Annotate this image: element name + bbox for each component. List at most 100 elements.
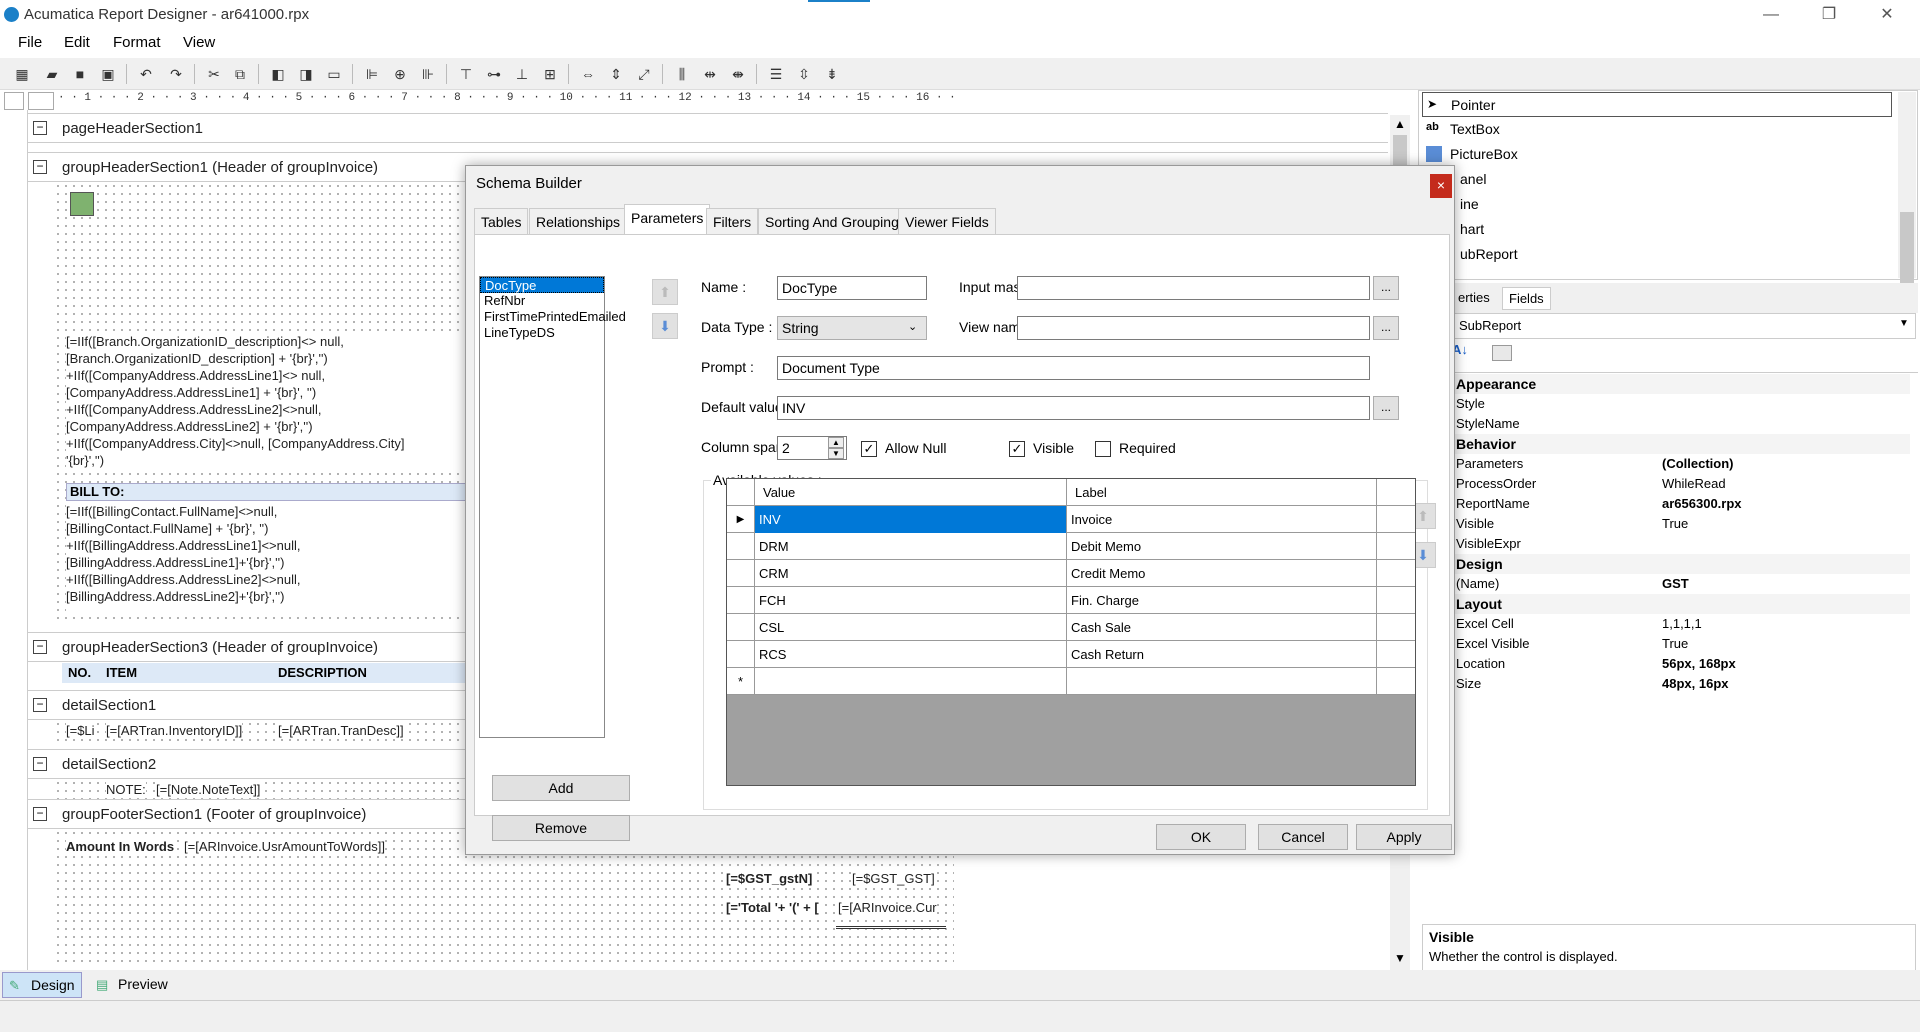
ok-button[interactable]: OK xyxy=(1156,824,1246,850)
property-value[interactable]: True xyxy=(1662,636,1688,651)
property-row[interactable]: ReportName ar656300.rpx xyxy=(1450,494,1910,514)
property-value[interactable]: GST xyxy=(1662,576,1689,591)
inventory-id-textbox[interactable]: [=[ARTran.InventoryID]] xyxy=(106,722,243,739)
menu-format[interactable]: Format xyxy=(113,34,161,51)
data-type-select[interactable]: String ⌄ xyxy=(777,316,927,340)
picturebox-image-icon[interactable] xyxy=(70,192,94,216)
grid-row[interactable]: RCS Cash Return xyxy=(727,641,1415,668)
property-row[interactable]: StyleName xyxy=(1450,414,1910,434)
bring-front-icon[interactable]: ◧ xyxy=(268,64,288,84)
col-description-label[interactable]: DESCRIPTION xyxy=(278,665,367,680)
grid-cell-value[interactable]: DRM xyxy=(755,533,1067,560)
tool-pointer[interactable]: ➤ Pointer xyxy=(1422,92,1892,117)
tab-design[interactable]: ✎ Design xyxy=(2,972,82,998)
property-row[interactable]: VisibleExpr xyxy=(1450,534,1910,554)
send-back-icon[interactable]: ◨ xyxy=(296,64,316,84)
property-category[interactable]: Design xyxy=(1450,554,1910,574)
property-value[interactable]: 48px, 16px xyxy=(1662,676,1729,691)
stepper-up-icon[interactable]: ▲ xyxy=(828,437,844,448)
name-input[interactable]: DocType xyxy=(777,276,927,300)
grid-cell-value[interactable]: CRM xyxy=(755,560,1067,587)
chevron-down-icon[interactable]: ▼ xyxy=(1899,318,1909,329)
amount-in-words-label[interactable]: Amount In Words xyxy=(66,838,175,855)
align-top-icon[interactable]: ⊤ xyxy=(456,64,476,84)
property-row[interactable]: Location 56px, 168px xyxy=(1450,654,1910,674)
vspace-decrease-icon[interactable]: ⇟ xyxy=(822,64,842,84)
grid-cell-value[interactable]: RCS xyxy=(755,641,1067,668)
same-height-icon[interactable]: ⇕ xyxy=(606,64,626,84)
bill-to-label[interactable]: BILL TO: xyxy=(66,483,466,501)
grid-row[interactable]: CRM Credit Memo xyxy=(727,560,1415,587)
grid-cell-label[interactable]: Credit Memo xyxy=(1067,560,1377,587)
move-down-icon[interactable]: ⬇ xyxy=(652,313,678,339)
menu-file[interactable]: File xyxy=(18,34,42,51)
available-values-grid[interactable]: Value Label ▶ INV Invoice DRM Debit Memo CRM C… xyxy=(726,478,1416,786)
input-mask-input[interactable] xyxy=(1017,276,1370,300)
tab-viewer-fields[interactable]: Viewer Fields xyxy=(898,208,996,234)
view-name-input[interactable] xyxy=(1017,316,1370,340)
tran-desc-textbox[interactable]: [=[ARTran.TranDesc]] xyxy=(278,722,404,739)
section-page-header[interactable]: − pageHeaderSection1 xyxy=(28,113,1388,143)
required-checkbox[interactable] xyxy=(1095,441,1111,457)
stepper-down-icon[interactable]: ▼ xyxy=(828,448,844,459)
tool-subreport[interactable]: ubReport xyxy=(1422,242,1892,267)
scroll-thumb[interactable] xyxy=(1393,135,1407,165)
row-header-cell[interactable] xyxy=(727,641,755,668)
vspace-increase-icon[interactable]: ⇳ xyxy=(794,64,814,84)
close-window-button[interactable]: ✕ xyxy=(1864,0,1910,30)
tool-panel[interactable]: anel xyxy=(1422,167,1892,192)
property-row[interactable]: Style xyxy=(1450,394,1910,414)
company-address-textbox[interactable]: [=IIf([Branch.OrganizationID_description… xyxy=(66,333,466,471)
move-up-icon[interactable]: ⬆ xyxy=(652,279,678,305)
align-middle-icon[interactable]: ⊶ xyxy=(484,64,504,84)
tab-fields[interactable]: Fields xyxy=(1502,287,1551,310)
property-row[interactable]: Parameters (Collection) xyxy=(1450,454,1910,474)
minimize-button[interactable]: — xyxy=(1748,0,1794,30)
tab-filters[interactable]: Filters xyxy=(706,208,759,234)
open-folder-icon[interactable]: ▰ xyxy=(42,64,62,84)
grid-cell-label[interactable]: Invoice xyxy=(1067,506,1377,533)
new-icon[interactable]: ▦ xyxy=(12,64,32,84)
tool-chart[interactable]: hart xyxy=(1422,217,1892,242)
collapse-icon[interactable]: − xyxy=(33,698,47,712)
copy-icon[interactable]: ⧉ xyxy=(230,64,250,84)
collapse-icon[interactable]: − xyxy=(33,757,47,771)
row-header-cell[interactable] xyxy=(727,587,755,614)
menu-view[interactable]: View xyxy=(183,34,215,51)
collapse-icon[interactable]: − xyxy=(33,640,47,654)
grid-row[interactable]: CSL Cash Sale xyxy=(727,614,1415,641)
visible-checkbox[interactable]: ✓ xyxy=(1009,441,1025,457)
total-label-textbox[interactable]: [='Total '+ '(' + [ xyxy=(726,899,819,916)
collapse-icon[interactable]: − xyxy=(33,160,47,174)
align-grid-icon[interactable]: ⊞ xyxy=(540,64,560,84)
tab-sorting-grouping[interactable]: Sorting And Grouping xyxy=(758,208,906,234)
save-icon[interactable]: ■ xyxy=(70,64,90,84)
current-row-icon[interactable]: ▶ xyxy=(727,506,755,533)
tab-preview[interactable]: ▤ Preview xyxy=(90,972,180,998)
grid-new-row[interactable]: * xyxy=(727,668,1415,695)
property-value[interactable]: WhileRead xyxy=(1662,476,1726,491)
property-row[interactable]: ProcessOrder WhileRead xyxy=(1450,474,1910,494)
property-value[interactable]: True xyxy=(1662,516,1688,531)
view-name-ellipsis-button[interactable]: ... xyxy=(1373,316,1399,340)
sort-alpha-icon[interactable]: A↓ xyxy=(1452,342,1474,364)
hspace-decrease-icon[interactable]: ⇼ xyxy=(728,64,748,84)
collapse-icon[interactable]: − xyxy=(33,121,47,135)
restore-button[interactable]: ❐ xyxy=(1806,0,1852,30)
tool-textbox[interactable]: ab TextBox xyxy=(1422,117,1892,142)
add-button[interactable]: Add xyxy=(492,775,630,801)
row-header-cell[interactable] xyxy=(727,614,755,641)
property-value[interactable]: ar656300.rpx xyxy=(1662,496,1742,511)
parameter-item[interactable]: DocType xyxy=(480,277,604,293)
tab-tables[interactable]: Tables xyxy=(474,208,529,234)
note-text-textbox[interactable]: [=[Note.NoteText]] xyxy=(156,781,261,798)
cut-icon[interactable]: ✂ xyxy=(204,64,224,84)
col-no-label[interactable]: NO. xyxy=(68,665,91,680)
grid-cell-label[interactable]: Debit Memo xyxy=(1067,533,1377,560)
gst-textbox[interactable]: [=$GST_GST] xyxy=(852,870,935,887)
menu-edit[interactable]: Edit xyxy=(64,34,90,51)
grid-row[interactable]: FCH Fin. Charge xyxy=(727,587,1415,614)
same-size-icon[interactable]: ⤢ xyxy=(634,64,654,84)
col-item-label[interactable]: ITEM xyxy=(106,665,137,680)
grid-header-value[interactable]: Value xyxy=(755,479,1067,506)
